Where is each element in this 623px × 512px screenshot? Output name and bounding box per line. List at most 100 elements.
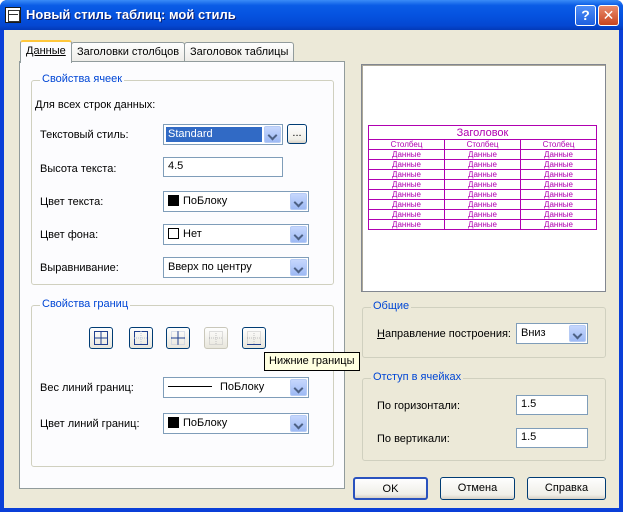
vertical-margin-label: По вертикали: bbox=[377, 433, 450, 445]
direction-label-text: аправление построения: bbox=[384, 328, 511, 340]
preview-cell: Данные bbox=[444, 189, 521, 200]
linecolor-select[interactable]: ПоБлоку bbox=[163, 413, 309, 434]
horizontal-margin-label: По горизонтали: bbox=[377, 400, 460, 412]
bg-color-value: Нет bbox=[183, 228, 202, 240]
general-group: Общие Направление построения: Вниз bbox=[362, 300, 606, 358]
window-title: Новый стиль таблиц: мой стиль bbox=[26, 7, 236, 22]
horizontal-margin-input[interactable]: 1.5 bbox=[516, 395, 588, 415]
line-sample-icon bbox=[168, 386, 212, 387]
tab-data[interactable]: Данные bbox=[20, 40, 72, 63]
chevron-down-icon[interactable] bbox=[290, 379, 307, 396]
text-color-select[interactable]: ПоБлоку bbox=[163, 191, 309, 212]
tab-table-title[interactable]: Заголовок таблицы bbox=[184, 42, 295, 63]
tab-panel-data: Свойства ячеек Для всех строк данных: Те… bbox=[19, 61, 345, 489]
preview-cell: Данные bbox=[368, 209, 445, 220]
preview-cell: Данные bbox=[444, 149, 521, 160]
cancel-button[interactable]: Отмена bbox=[440, 477, 515, 500]
preview-cell: Данные bbox=[520, 189, 597, 200]
group-title: Свойства ячеек bbox=[40, 73, 125, 85]
no-borders-icon bbox=[209, 331, 223, 345]
preview-cell: Данные bbox=[520, 209, 597, 220]
help-title-button[interactable]: ? bbox=[575, 5, 596, 26]
table-style-icon bbox=[5, 7, 21, 23]
direction-label: Направление построения: bbox=[377, 328, 511, 340]
preview-cell: Данные bbox=[444, 219, 521, 230]
preview-cell: Данные bbox=[520, 219, 597, 230]
browse-text-style-button[interactable]: ... bbox=[287, 124, 307, 144]
bg-color-select[interactable]: Нет bbox=[163, 224, 309, 245]
linecolor-label: Цвет линий границ: bbox=[40, 418, 140, 430]
tab-label: Заголовок таблицы bbox=[190, 46, 289, 58]
preview-cell: Данные bbox=[520, 159, 597, 170]
inside-borders-button[interactable] bbox=[166, 327, 190, 349]
preview-row: Данные Данные Данные bbox=[368, 169, 597, 180]
dialog-window: Новый стиль таблиц: мой стиль ? ✕ Данные… bbox=[0, 0, 623, 512]
preview-cell: Данные bbox=[520, 169, 597, 180]
preview-row: Данные Данные Данные bbox=[368, 189, 597, 200]
preview-cell: Данные bbox=[520, 179, 597, 190]
alignment-value: Вверх по центру bbox=[168, 261, 252, 273]
chevron-down-icon[interactable] bbox=[264, 126, 281, 143]
preview-cell: Данные bbox=[368, 199, 445, 210]
white-swatch-icon bbox=[168, 228, 179, 239]
preview-cell: Данные bbox=[368, 169, 445, 180]
chevron-down-icon[interactable] bbox=[569, 325, 586, 342]
title-bar[interactable]: Новый стиль таблиц: мой стиль ? ✕ bbox=[0, 0, 623, 30]
outside-borders-button[interactable] bbox=[129, 327, 153, 349]
all-rows-label: Для всех строк данных: bbox=[35, 99, 156, 111]
preview-cell: Данные bbox=[444, 199, 521, 210]
preview-cell: Данные bbox=[520, 149, 597, 160]
group-title: Свойства границ bbox=[40, 298, 131, 310]
preview-cell: Данные bbox=[368, 149, 445, 160]
no-borders-button[interactable] bbox=[204, 327, 228, 349]
preview-header: Столбец bbox=[444, 139, 521, 150]
alignment-label: Выравнивание: bbox=[40, 262, 119, 274]
preview-row: Данные Данные Данные bbox=[368, 159, 597, 170]
group-title: Общие bbox=[371, 300, 412, 312]
vertical-margin-input[interactable]: 1.5 bbox=[516, 428, 588, 448]
inside-borders-icon bbox=[171, 331, 185, 345]
text-height-input[interactable]: 4.5 bbox=[163, 157, 283, 177]
preview-cell: Данные bbox=[444, 209, 521, 220]
lineweight-label: Вес линий границ: bbox=[40, 382, 134, 394]
all-borders-icon bbox=[94, 331, 108, 345]
tab-column-headers[interactable]: Заголовки столбцов bbox=[71, 42, 186, 63]
preview-cell: Данные bbox=[444, 169, 521, 180]
linecolor-value: ПоБлоку bbox=[183, 417, 228, 429]
direction-select[interactable]: Вниз bbox=[516, 323, 588, 344]
lineweight-select[interactable]: ПоБлоку bbox=[163, 377, 309, 398]
bottom-borders-button[interactable] bbox=[242, 327, 266, 349]
preview-cell: Данные bbox=[368, 159, 445, 170]
chevron-down-icon[interactable] bbox=[290, 193, 307, 210]
preview-table: Заголовок Столбец Столбец Столбец Данные… bbox=[368, 125, 597, 230]
preview-row: Данные Данные Данные bbox=[368, 199, 597, 210]
text-style-value: Standard bbox=[166, 127, 262, 142]
tab-label: Заголовки столбцов bbox=[77, 46, 180, 58]
preview-cell: Данные bbox=[444, 179, 521, 190]
text-style-select[interactable]: Standard bbox=[163, 124, 283, 145]
preview-header: Столбец bbox=[368, 139, 445, 150]
help-button[interactable]: Справка bbox=[527, 477, 606, 500]
preview-cell: Данные bbox=[368, 219, 445, 230]
all-borders-button[interactable] bbox=[89, 327, 113, 349]
cell-properties-group: Свойства ячеек Для всех строк данных: Те… bbox=[31, 73, 334, 285]
alignment-select[interactable]: Вверх по центру bbox=[163, 257, 309, 278]
bg-color-label: Цвет фона: bbox=[40, 229, 99, 241]
close-button[interactable]: ✕ bbox=[598, 5, 619, 26]
preview-row: Данные Данные Данные bbox=[368, 149, 597, 160]
chevron-down-icon[interactable] bbox=[290, 226, 307, 243]
preview-cell: Данные bbox=[368, 189, 445, 200]
ok-button[interactable]: OK bbox=[353, 477, 428, 500]
group-title: Отступ в ячейках bbox=[371, 371, 464, 383]
bottom-borders-icon bbox=[247, 331, 261, 345]
preview-row: Данные Данные Данные bbox=[368, 179, 597, 190]
tab-label: Данные bbox=[26, 45, 66, 57]
outside-borders-icon bbox=[134, 331, 148, 345]
direction-value: Вниз bbox=[521, 327, 546, 339]
preview-row: Данные Данные Данные bbox=[368, 219, 597, 230]
chevron-down-icon[interactable] bbox=[290, 415, 307, 432]
chevron-down-icon[interactable] bbox=[290, 259, 307, 276]
preview-cell: Данные bbox=[368, 179, 445, 190]
text-color-label: Цвет текста: bbox=[40, 196, 104, 208]
border-tooltip: Нижние границы bbox=[264, 352, 360, 371]
